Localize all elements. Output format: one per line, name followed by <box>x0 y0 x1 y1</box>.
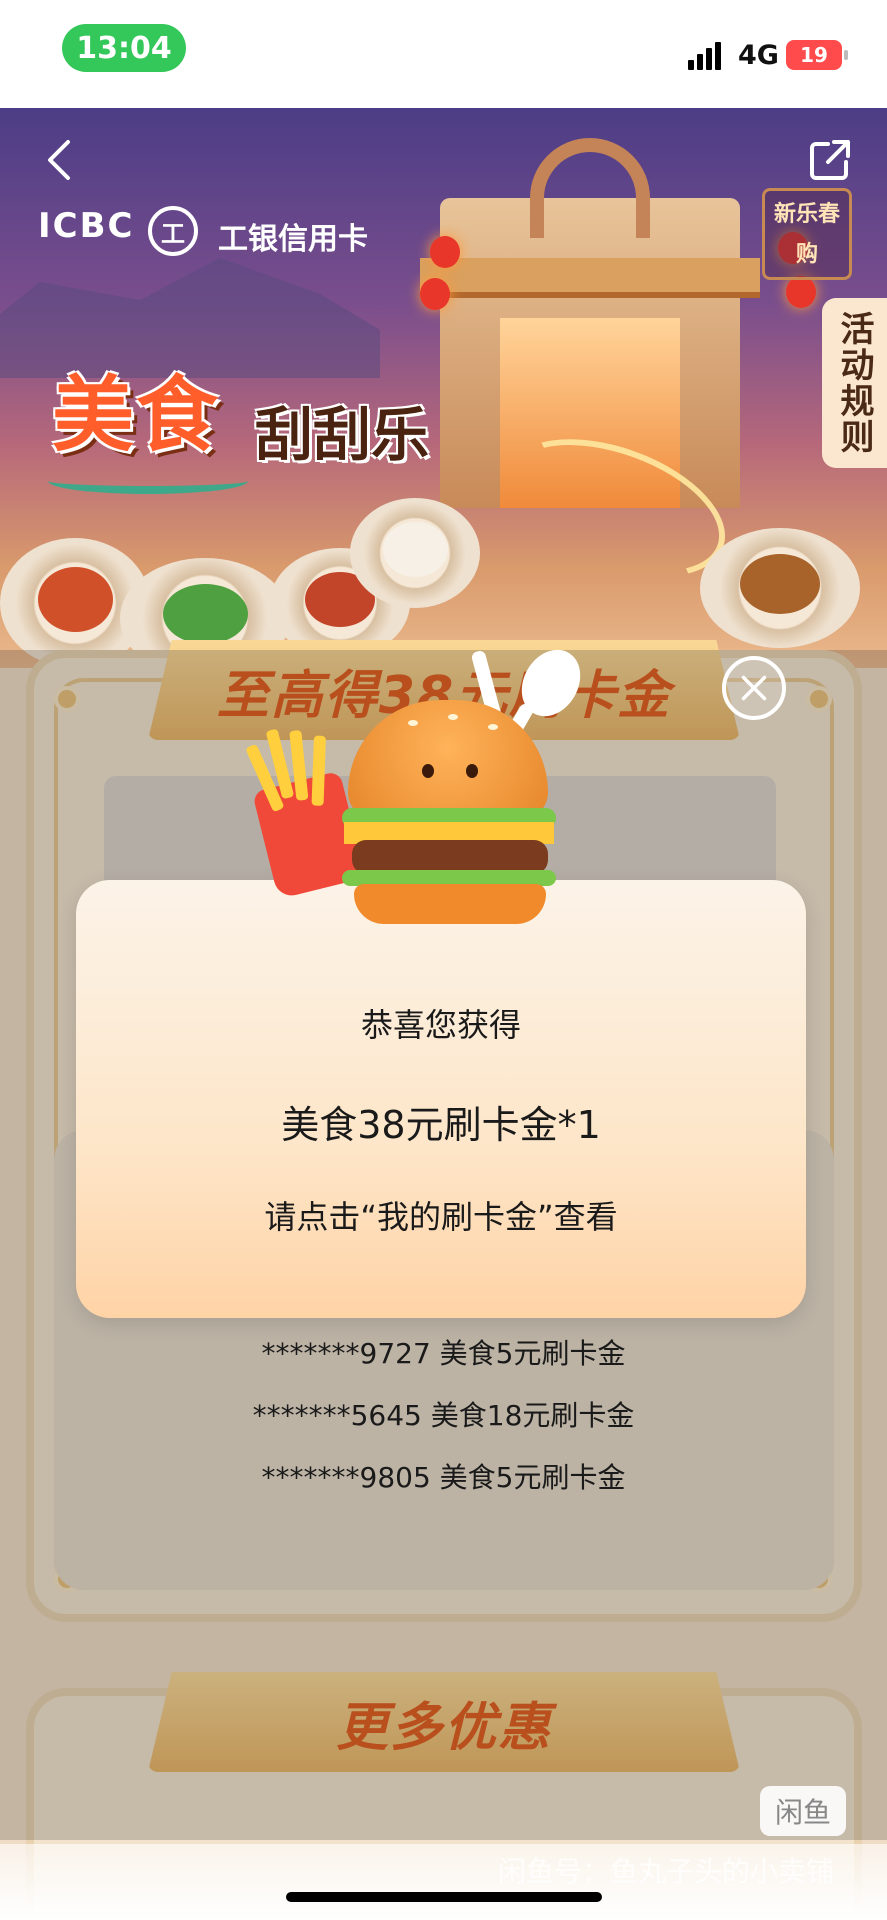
winner-row: *******9805 美食5元刷卡金 <box>261 1461 626 1494</box>
home-indicator[interactable] <box>286 1892 602 1902</box>
spring-shopping-seal: 新乐春购 <box>762 188 852 280</box>
dish-plate <box>700 528 860 648</box>
watermark-text: 闲鱼号：鱼丸子头的小卖铺 <box>498 1855 835 1888</box>
title-wave-decoration <box>48 468 248 494</box>
close-icon[interactable] <box>722 656 786 720</box>
activity-rules-button[interactable]: 活动规则 <box>822 298 887 468</box>
xianyu-badge: 闲鱼 <box>760 1786 846 1836</box>
popup-instruction-text: 请点击“我的刷卡金”查看 <box>264 1198 618 1236</box>
status-bar: 13:04 4G 19 <box>0 0 887 108</box>
lantern-icon <box>430 236 460 268</box>
winner-row: *******5645 美食18元刷卡金 <box>252 1399 635 1432</box>
battery-icon: 19 <box>786 40 848 70</box>
lantern-icon <box>786 276 816 308</box>
back-icon[interactable] <box>38 138 82 182</box>
brand-name: 工银信用卡 <box>218 222 368 257</box>
status-time: 13:04 <box>62 24 186 72</box>
hero-banner: ICBC 工 工银信用卡 新乐春购 活动规则 美食 刮刮乐 <box>0 108 887 668</box>
signal-icon <box>688 42 726 70</box>
lantern-icon <box>420 278 450 310</box>
icbc-logo-text: ICBC <box>38 206 135 246</box>
popup-prize-text: 美食38元刷卡金*1 <box>281 1103 601 1147</box>
share-icon[interactable] <box>808 138 852 182</box>
icbc-emblem-icon: 工 <box>148 206 198 256</box>
popup-congrats-text: 恭喜您获得 <box>360 1006 521 1044</box>
dish-plate <box>350 498 480 608</box>
title-food: 美食 <box>52 368 221 463</box>
network-type: 4G <box>738 40 779 71</box>
title-scratch: 刮刮乐 <box>255 401 430 469</box>
burger-mascot <box>224 639 592 940</box>
winner-row: *******9727 美食5元刷卡金 <box>261 1337 626 1370</box>
